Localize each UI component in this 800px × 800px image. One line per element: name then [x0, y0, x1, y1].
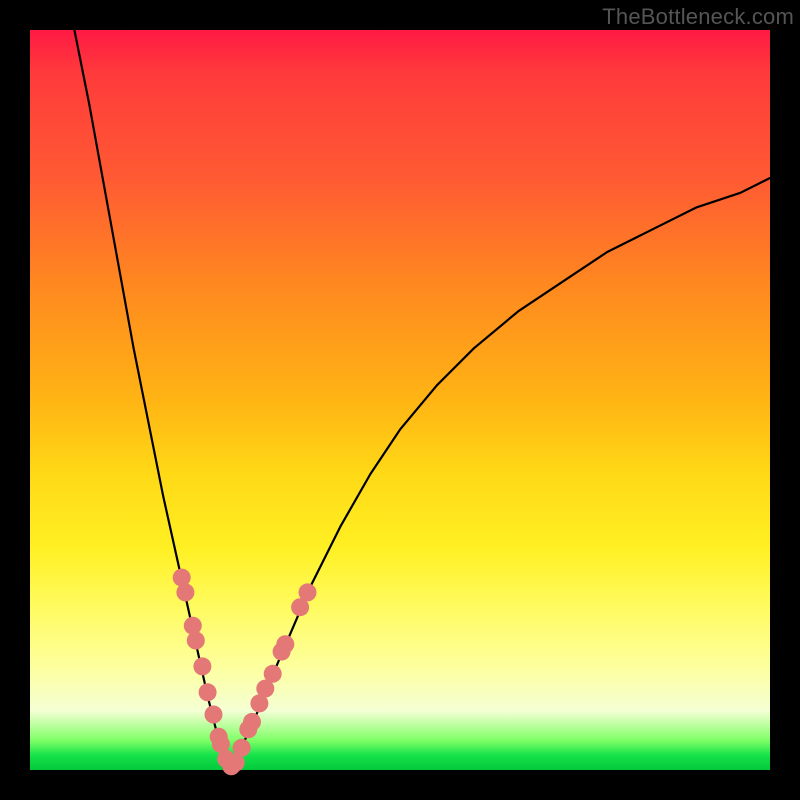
marker-dot — [184, 617, 202, 635]
marker-dot — [193, 657, 211, 675]
plot-area — [30, 30, 770, 770]
marker-dot — [299, 583, 317, 601]
marker-dot — [233, 739, 251, 757]
marker-dot — [187, 632, 205, 650]
chart-frame: TheBottleneck.com — [0, 0, 800, 800]
marker-dot — [276, 635, 294, 653]
marker-dot — [205, 706, 223, 724]
watermark-text: TheBottleneck.com — [602, 4, 794, 30]
curve-right-branch — [230, 178, 770, 770]
marker-dot — [264, 665, 282, 683]
marker-dot — [199, 683, 217, 701]
marker-dot — [243, 713, 261, 731]
curve-layer — [30, 30, 770, 770]
marker-dot — [176, 583, 194, 601]
